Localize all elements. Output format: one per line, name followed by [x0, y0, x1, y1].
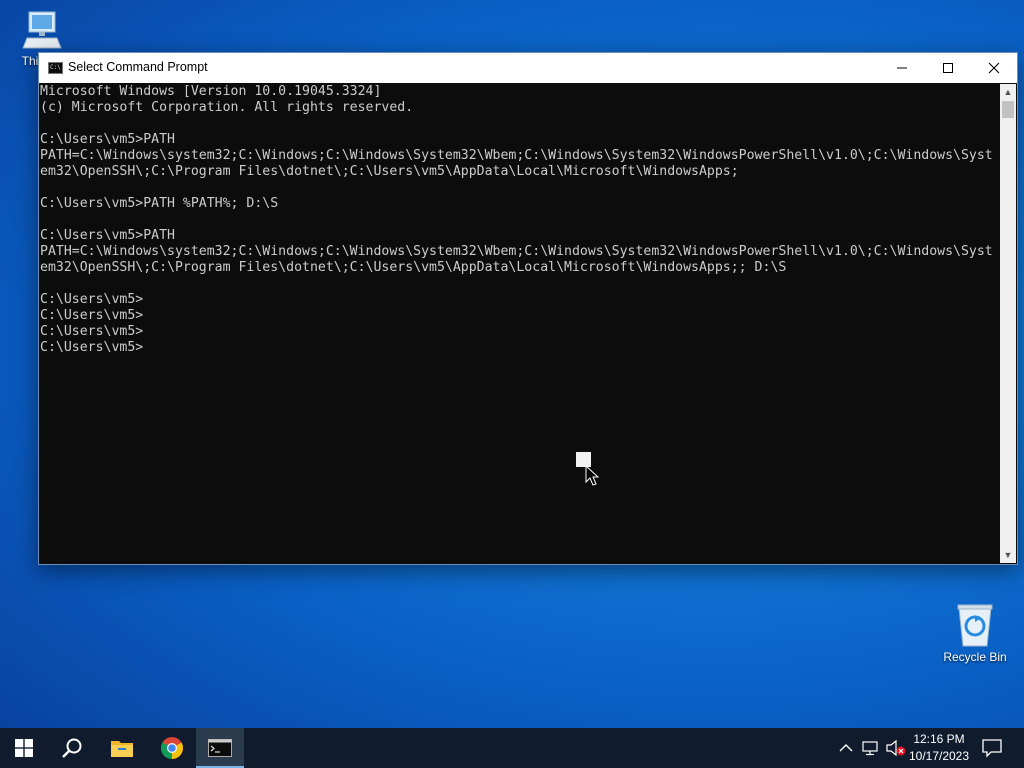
minimize-icon [897, 67, 907, 69]
volume-muted-icon[interactable] [885, 739, 907, 757]
clock-time: 12:16 PM [913, 732, 965, 746]
mouse-pointer-icon [585, 465, 599, 486]
maximize-button[interactable] [925, 53, 971, 83]
window-title: Select Command Prompt [68, 60, 208, 74]
start-button[interactable] [0, 728, 48, 768]
scroll-down-arrow-icon[interactable]: ▼ [1000, 547, 1016, 563]
minimize-button[interactable] [879, 53, 925, 83]
scroll-up-arrow-icon[interactable]: ▲ [1000, 84, 1016, 100]
console-line: em32\OpenSSH\;C:\Program Files\dotnet\;C… [40, 164, 739, 179]
chrome-icon [161, 737, 183, 759]
vertical-scrollbar[interactable]: ▲ ▼ [1000, 84, 1016, 563]
file-explorer-icon [111, 741, 133, 757]
console-line: C:\Users\vm5> [40, 292, 144, 307]
close-icon [988, 62, 1000, 74]
console-output[interactable]: Microsoft Windows [Version 10.0.19045.33… [40, 84, 999, 562]
taskbar-clock[interactable]: 12:16 PM 10/17/2023 [906, 731, 972, 765]
desktop-icon-recycle-bin[interactable]: Recycle Bin [940, 602, 1010, 664]
close-button[interactable] [971, 53, 1017, 83]
taskbar: 12:16 PM 10/17/2023 [0, 728, 1024, 768]
console-line: (c) Microsoft Corporation. All rights re… [40, 100, 414, 115]
console-line: C:\Users\vm5> [40, 340, 144, 355]
console-line: PATH=C:\Windows\system32;C:\Windows;C:\W… [40, 148, 993, 163]
console-line: C:\Users\vm5> [40, 308, 144, 323]
window-titlebar[interactable]: C:\ Select Command Prompt [39, 53, 1017, 83]
console-line: em32\OpenSSH\;C:\Program Files\dotnet\;C… [40, 260, 787, 275]
console-line: C:\Users\vm5> [40, 324, 144, 339]
command-prompt-icon [208, 739, 232, 757]
command-prompt-taskbar-button[interactable] [196, 728, 244, 768]
network-icon[interactable] [861, 740, 881, 756]
console-line: C:\Users\vm5>PATH [40, 228, 175, 243]
chevron-up-icon[interactable] [836, 740, 856, 756]
recycle-bin-icon [957, 604, 993, 647]
computer-icon [22, 11, 62, 49]
desktop-icon-label: Recycle Bin [943, 650, 1007, 664]
maximize-icon [943, 63, 953, 73]
command-prompt-icon: C:\ [48, 62, 63, 74]
search-button[interactable] [48, 728, 96, 768]
search-icon [62, 738, 82, 758]
scrollbar-thumb[interactable] [1002, 101, 1014, 118]
console-line: Microsoft Windows [Version 10.0.19045.33… [40, 84, 382, 99]
chrome-button[interactable] [148, 728, 196, 768]
console-line: PATH=C:\Windows\system32;C:\Windows;C:\W… [40, 244, 993, 259]
notification-icon[interactable] [980, 738, 1004, 758]
command-prompt-window[interactable]: C:\ Select Command Prompt Microsoft Wind… [38, 52, 1018, 565]
console-line: C:\Users\vm5>PATH %PATH%; D:\S [40, 196, 279, 211]
windows-start-icon [15, 739, 33, 757]
clock-date: 10/17/2023 [908, 749, 970, 763]
console-line: C:\Users\vm5>PATH [40, 132, 175, 147]
file-explorer-button[interactable] [98, 728, 146, 768]
